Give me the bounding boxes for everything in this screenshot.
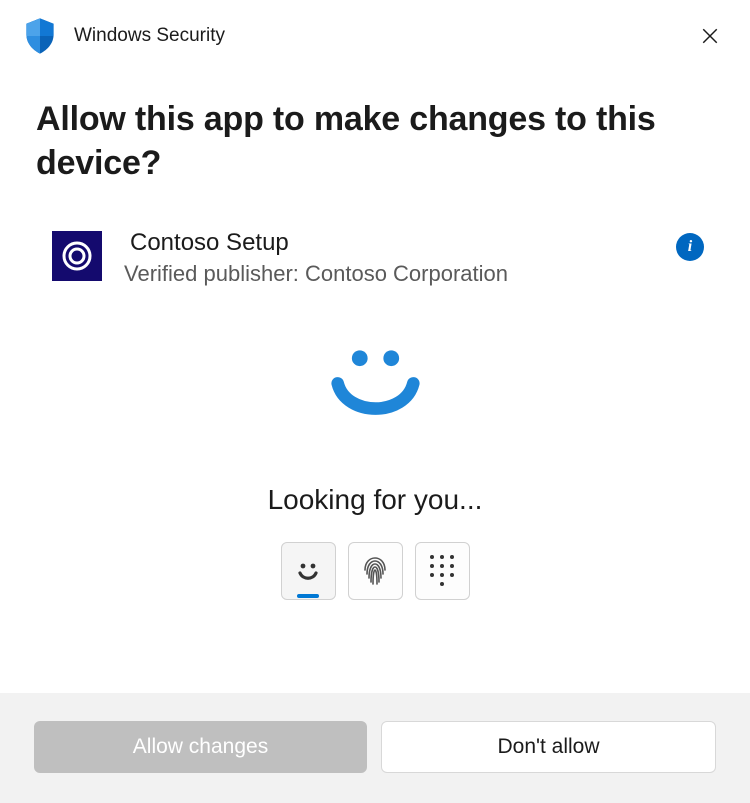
deny-button[interactable]: Don't allow <box>381 721 716 773</box>
auth-options <box>281 542 470 600</box>
window-title: Windows Security <box>72 25 676 47</box>
titlebar: Windows Security <box>0 0 750 68</box>
content-area: Allow this app to make changes to this d… <box>0 68 750 693</box>
close-icon <box>701 27 719 45</box>
close-button[interactable] <box>690 16 730 56</box>
fingerprint-icon <box>349 543 402 599</box>
smile-icon <box>323 343 428 428</box>
keypad-icon <box>416 543 469 599</box>
app-publisher: Verified publisher: Contoso Corporation <box>124 261 654 287</box>
uac-dialog: Windows Security Allow this app to make … <box>0 0 750 803</box>
info-button[interactable]: i <box>676 233 704 261</box>
app-name: Contoso Setup <box>130 229 654 257</box>
auth-status: Looking for you... <box>268 484 483 516</box>
app-info-row: Contoso Setup Verified publisher: Contos… <box>36 229 714 287</box>
allow-button[interactable]: Allow changes <box>34 721 367 773</box>
shield-icon <box>22 18 58 54</box>
app-icon <box>52 231 102 281</box>
auth-option-pin[interactable] <box>415 542 470 600</box>
auth-option-fingerprint[interactable] <box>348 542 403 600</box>
auth-option-face[interactable] <box>281 542 336 600</box>
hello-section: Looking for you... <box>36 343 714 600</box>
footer: Allow changes Don't allow <box>0 693 750 803</box>
app-text: Contoso Setup Verified publisher: Contos… <box>124 229 654 287</box>
face-icon <box>282 543 335 599</box>
prompt-heading: Allow this app to make changes to this d… <box>36 98 714 185</box>
info-icon: i <box>688 238 692 256</box>
